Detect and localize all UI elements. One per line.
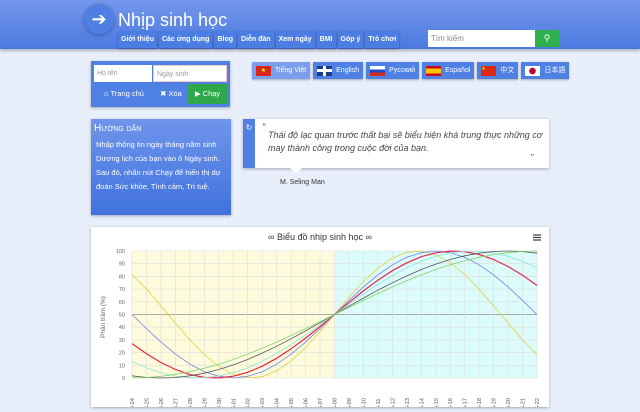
x-tick-label: -05-16 [448, 398, 454, 407]
x-tick-label: -05-17 [463, 398, 469, 407]
x-tick-label: -05-13 [405, 398, 411, 407]
x-tick-label: -05-04 [275, 398, 281, 407]
guide-text: Nhập thông tin ngày tháng năm sinh Dương… [96, 140, 221, 191]
close-icon: ✖ [160, 89, 169, 98]
x-tick-label: -05-20 [506, 398, 512, 407]
search-button[interactable]: ⚲ [535, 30, 559, 47]
y-tick-label: 30 [119, 338, 125, 344]
x-tick-label: -05-07 [318, 398, 324, 407]
search-input[interactable]: Tìm kiếm [428, 30, 535, 47]
flag-es-icon [426, 65, 442, 76]
clear-button[interactable]: ✖ Xóa [154, 84, 188, 104]
y-tick-label: 100 [116, 249, 125, 255]
x-tick-label: -04-27 [173, 398, 179, 407]
header: ➔ Nhịp sinh học Giới thiệu Các ứng dụng … [0, 0, 640, 49]
x-tick-label: -05-14 [419, 398, 425, 407]
nav-gop-y[interactable]: Góp ý [337, 31, 364, 48]
refresh-quote-button[interactable]: ↻ [243, 119, 255, 168]
nav-cac-ung-dung[interactable]: Các ứng dụng [158, 31, 213, 48]
nav-bmi[interactable]: BMI [316, 31, 336, 48]
quote-text: Thái độ lạc quan trước thất bại sẽ biểu … [268, 130, 543, 153]
x-tick-label: -05-12 [390, 398, 396, 407]
flag-uk-icon [317, 65, 333, 76]
x-tick-label: -05-15 [434, 398, 440, 407]
nav-gioi-thieu[interactable]: Giới thiệu [118, 31, 157, 48]
x-tick-label: -05-01 [231, 398, 237, 407]
main-nav: Giới thiệu Các ứng dụng Blog Diễn đàn Xe… [118, 31, 400, 48]
x-tick-label: -05-06 [304, 398, 310, 407]
nav-blog[interactable]: Blog [214, 31, 237, 48]
x-tick-label: -04-25 [144, 398, 150, 407]
x-tick-label: -05-10 [361, 398, 367, 407]
biorhythm-chart: ∞ Biểu đồ nhịp sinh học ∞ Phần trăm (%) … [91, 227, 549, 412]
y-tick-label: 50 [119, 313, 125, 319]
y-tick-label: 10 [119, 363, 125, 369]
x-tick-label: -04-24 [130, 398, 136, 407]
lang-russian[interactable]: Русский [366, 62, 420, 79]
chart-svg: ∞ Biểu đồ nhịp sinh học ∞ Phần trăm (%) … [98, 232, 543, 412]
nav-tro-choi[interactable]: Trò chơi [365, 31, 400, 48]
lang-english[interactable]: English [313, 62, 364, 79]
flag-vn-icon: ★ [256, 65, 271, 76]
flag-ru-icon [370, 65, 386, 76]
open-quote-icon: “ [262, 122, 266, 133]
chart-menu-button[interactable] [531, 232, 543, 242]
y-tick-label: 90 [119, 262, 125, 268]
refresh-icon: ↻ [245, 123, 253, 132]
x-tick-label: -05-03 [260, 398, 266, 407]
search-icon: ⚲ [543, 33, 551, 43]
logo-arrow-icon[interactable]: ➔ [84, 4, 114, 34]
x-tick-label: -05-08 [333, 398, 339, 407]
x-tick-label: -05-22 [535, 398, 541, 407]
nav-dien-dan[interactable]: Diễn đàn [238, 31, 274, 48]
x-tick-label: -05-02 [246, 398, 252, 407]
quote-tail [290, 168, 302, 174]
quote-author: M. Seling Man [280, 179, 325, 186]
home-button[interactable]: ⌂ Trang chủ [94, 84, 154, 104]
site-title[interactable]: Nhịp sinh học [118, 10, 227, 31]
y-tick-label: 0 [122, 376, 125, 382]
x-tick-label: -04-28 [188, 398, 194, 407]
x-tick-label: -05-18 [477, 398, 483, 407]
nav-xem-ngay[interactable]: Xem ngày [275, 31, 315, 48]
lang-spanish[interactable]: Español [422, 62, 475, 79]
guide-panel: Hướng dẫn Nhập thông tin ngày tháng năm … [91, 119, 231, 215]
x-tick-label: -04-26 [159, 398, 165, 407]
guide-title: Hướng dẫn [94, 123, 142, 134]
dob-input[interactable]: Ngày sinh [153, 65, 227, 82]
lang-vietnamese[interactable]: ★ Tiếng Việt [252, 62, 311, 79]
x-tick-label: -04-30 [217, 398, 223, 407]
chart-title: ∞ Biểu đồ nhịp sinh học ∞ [268, 232, 372, 242]
play-icon: ▶ [194, 89, 203, 98]
y-tick-label: 80 [119, 274, 125, 280]
quote-box: ↻ “ Thái độ lạc quan trước thất bại sẽ b… [243, 119, 549, 168]
flag-jp-icon [525, 65, 541, 76]
y-tick-label: 40 [119, 325, 125, 331]
y-axis-label: Phần trăm (%) [98, 296, 107, 338]
x-tick-label: -05-19 [492, 398, 498, 407]
lang-chinese[interactable]: ★ 中文 [477, 62, 519, 79]
run-button[interactable]: ▶ Chạy [188, 84, 227, 104]
x-tick-label: -05-21 [521, 398, 527, 407]
birth-form: Họ tên Ngày sinh ⌂ Trang chủ ✖ Xóa ▶ Chạ… [91, 61, 230, 107]
x-tick-label: -05-05 [289, 398, 295, 407]
lang-japanese[interactable]: 日本語 [521, 62, 570, 79]
name-input[interactable]: Họ tên [94, 65, 152, 82]
y-tick-label: 20 [119, 351, 125, 357]
close-quote-icon: ” [530, 153, 534, 164]
y-tick-label: 60 [119, 300, 125, 306]
language-bar: ★ Tiếng Việt English Русский Español ★ 中文 … [252, 62, 570, 79]
x-tick-label: -04-29 [202, 398, 208, 407]
flag-cn-icon: ★ [481, 65, 497, 76]
y-tick-label: 70 [119, 287, 125, 293]
x-tick-label: -05-09 [347, 398, 353, 407]
